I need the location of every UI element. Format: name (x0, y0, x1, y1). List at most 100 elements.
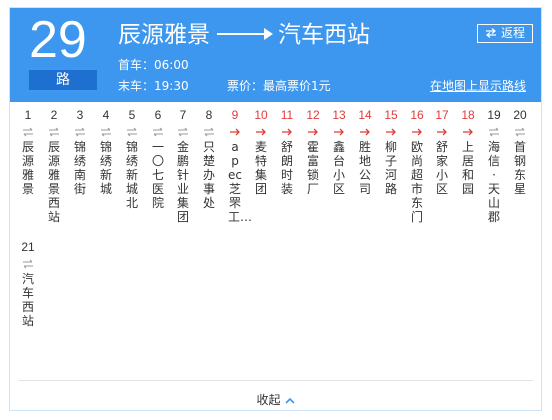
two-way-arrow-icon (489, 127, 499, 137)
bus-stop[interactable]: 13 鑫台小区 (327, 108, 351, 196)
stop-name: 舒朗时装 (280, 140, 293, 196)
stop-number: 21 (21, 240, 35, 254)
stop-number: 13 (332, 108, 346, 122)
bus-stop[interactable]: 14 胜地公司 (353, 108, 377, 196)
return-trip-label: 返程 (500, 26, 525, 40)
stop-number: 6 (154, 108, 162, 122)
stop-number: 14 (358, 108, 372, 122)
stop-name: 锦绣新城北 (125, 140, 138, 210)
stop-number: 15 (384, 108, 398, 122)
stop-name: 鑫台小区 (332, 140, 345, 196)
return-trip-button[interactable]: 返程 (477, 24, 533, 43)
stop-number: 19 (487, 108, 501, 122)
one-way-arrow-icon (463, 128, 473, 136)
bus-stop[interactable]: 4 锦绣新城 (94, 108, 118, 196)
bus-stop[interactable]: 16 欧尚超市东门 (405, 108, 429, 224)
one-way-arrow-icon (308, 128, 318, 136)
stop-number: 18 (461, 108, 475, 122)
stop-name: 汽车西站 (21, 272, 34, 328)
collapse-label: 收起 (256, 393, 281, 407)
two-way-arrow-icon (178, 127, 188, 137)
bus-stop[interactable]: 6 一〇七医院 (146, 108, 170, 210)
one-way-arrow-icon (256, 128, 266, 136)
two-way-arrow-icon (101, 127, 111, 137)
direction-arrow-icon (217, 27, 273, 40)
stop-number: 3 (76, 108, 84, 122)
stop-number: 17 (435, 108, 449, 122)
stop-name: 锦绣南街 (73, 140, 86, 196)
two-way-arrow-icon (75, 127, 85, 137)
one-way-arrow-icon (334, 128, 344, 136)
stop-name: 舒家小区 (435, 140, 448, 196)
bus-stop[interactable]: 19 海信·天山郡 (482, 108, 506, 224)
stop-name: 麦特集团 (254, 140, 267, 196)
stop-name: 柳子河路 (384, 140, 397, 196)
stop-name: 一〇七医院 (151, 140, 164, 210)
two-way-arrow-icon (127, 127, 137, 137)
bus-route-card: 29 路 辰源雅景 汽车西站 首车：06:00 末车：19:30 票价：最高票价1… (9, 7, 542, 411)
one-way-arrow-icon (282, 128, 292, 136)
two-way-arrow-icon (153, 127, 163, 137)
stop-name: 金鹏针业集团 (176, 140, 189, 224)
bus-stop[interactable]: 8 只楚办事处 (197, 108, 221, 210)
one-way-arrow-icon (230, 128, 240, 136)
stop-number: 4 (102, 108, 110, 122)
bus-stop[interactable]: 17 舒家小区 (430, 108, 454, 196)
route-number: 29 (29, 11, 87, 69)
bus-stop[interactable]: 1 辰源雅景 (16, 108, 40, 196)
stop-number: 5 (128, 108, 136, 122)
two-way-arrow-icon (23, 127, 33, 137)
route-header: 29 路 辰源雅景 汽车西站 首车：06:00 末车：19:30 票价：最高票价1… (10, 8, 541, 102)
stop-number: 12 (306, 108, 320, 122)
card-footer: 收起 (18, 380, 533, 407)
stop-name: 霍富锁厂 (306, 140, 319, 196)
two-way-arrow-icon (515, 127, 525, 137)
bus-stop[interactable]: 3 锦绣南街 (68, 108, 92, 196)
bus-stop[interactable]: 18 上居和园 (456, 108, 480, 196)
stop-name: 只楚办事处 (202, 140, 215, 210)
stop-number: 9 (231, 108, 239, 122)
bus-stop[interactable]: 21 汽车西站 (16, 240, 40, 328)
last-bus-time: 末车：19:30 (118, 79, 189, 93)
two-way-arrow-icon (204, 127, 214, 137)
swap-arrows-icon (485, 28, 496, 38)
one-way-arrow-icon (412, 128, 422, 136)
stop-name: 欧尚超市东门 (410, 140, 423, 224)
bus-stop[interactable]: 7 金鹏针业集团 (171, 108, 195, 224)
stop-number: 20 (513, 108, 527, 122)
bus-stop[interactable]: 5 锦绣新城北 (120, 108, 144, 210)
chevron-up-icon (284, 397, 295, 404)
stop-name: 胜地公司 (358, 140, 371, 196)
route-direction: 辰源雅景 汽车西站 (118, 20, 370, 50)
stop-name: 锦绣新城 (99, 140, 112, 196)
fare-info: 票价：最高票价1元 (227, 79, 331, 93)
bus-stop[interactable]: 15 柳子河路 (379, 108, 403, 196)
bus-stop[interactable]: 10 麦特集团 (249, 108, 273, 196)
stop-number: 8 (205, 108, 213, 122)
two-way-arrow-icon (23, 259, 33, 269)
bus-stop[interactable]: 20 首钢东星 (508, 108, 532, 196)
stop-number: 2 (50, 108, 58, 122)
route-destination: 汽车西站 (278, 22, 370, 48)
stop-number: 10 (254, 108, 268, 122)
one-way-arrow-icon (437, 128, 447, 136)
first-bus-time: 首车：06:00 (118, 58, 189, 72)
two-way-arrow-icon (49, 127, 59, 137)
bus-stop[interactable]: 2 辰源雅景西站 (42, 108, 66, 224)
stop-name: apec芝罘工… (228, 140, 253, 224)
stop-number: 11 (280, 108, 294, 122)
route-unit-tag: 路 (29, 70, 97, 90)
bus-stop[interactable]: 9 apec芝罘工… (223, 108, 253, 224)
stop-name: 辰源雅景西站 (47, 140, 60, 224)
show-route-on-map-link[interactable]: 在地图上显示路线 (430, 77, 526, 94)
stop-name: 上居和园 (461, 140, 474, 196)
stop-name: 海信·天山郡 (487, 140, 500, 224)
stop-number: 16 (410, 108, 424, 122)
collapse-button[interactable]: 收起 (256, 391, 295, 408)
one-way-arrow-icon (386, 128, 396, 136)
bus-stop[interactable]: 11 舒朗时装 (275, 108, 299, 196)
bus-stop[interactable]: 12 霍富锁厂 (301, 108, 325, 196)
stop-number: 1 (24, 108, 32, 122)
one-way-arrow-icon (360, 128, 370, 136)
route-origin: 辰源雅景 (118, 22, 210, 48)
